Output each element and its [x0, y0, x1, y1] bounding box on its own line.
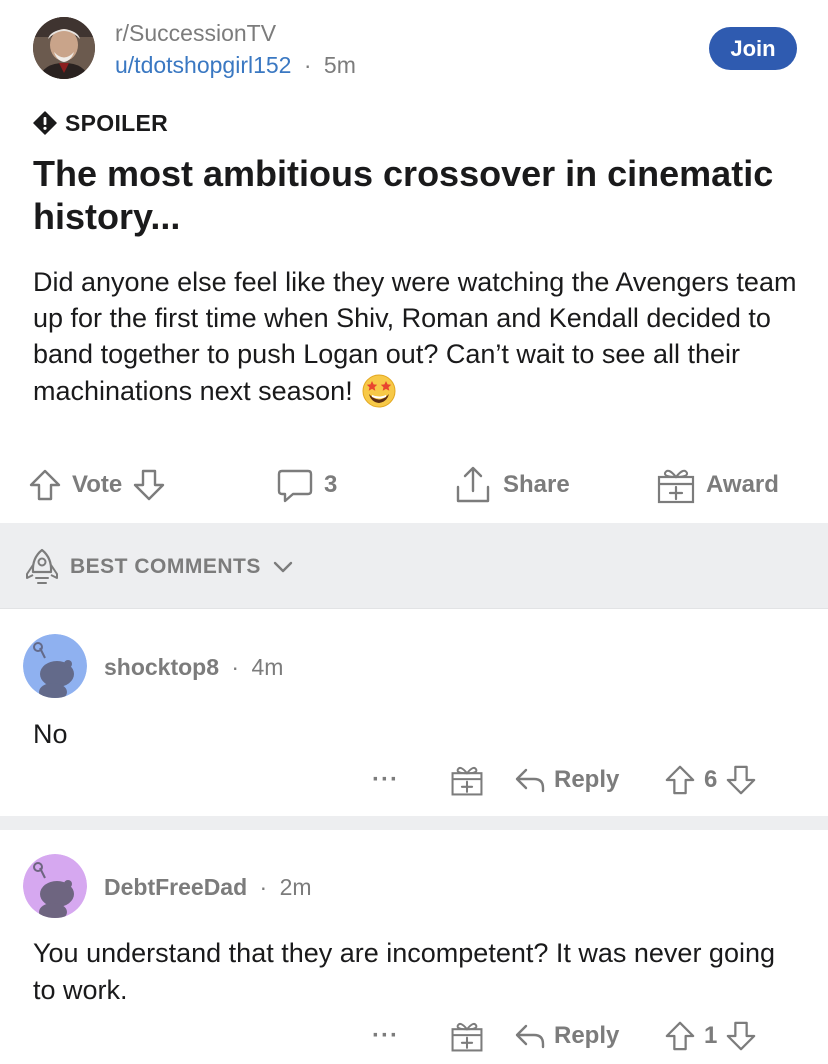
meta-separator: · — [231, 654, 240, 680]
award-gift-icon — [451, 1022, 483, 1052]
share-label: Share — [503, 471, 570, 498]
reply-button[interactable]: Reply — [514, 758, 619, 802]
comment-sort-bar: BEST COMMENTS — [0, 523, 828, 609]
snoo-avatar-icon — [23, 854, 87, 918]
upvote-arrow-icon[interactable] — [664, 764, 696, 796]
join-button[interactable]: Join — [709, 27, 797, 70]
meta-separator: · — [259, 874, 268, 900]
reply-label: Reply — [554, 766, 620, 793]
post-age: 5m — [323, 52, 356, 78]
comment-meta: shocktop8 · 4m — [104, 654, 283, 681]
comment-vote-control: 1 — [664, 1014, 757, 1058]
post-action-bar: Vote 3 Share Award — [0, 458, 828, 512]
comment-username[interactable]: DebtFreeDad — [104, 874, 247, 900]
post-header: r/SuccessionTV u/tdotshopgirl152 · 5m Jo… — [0, 0, 828, 100]
comment-count: 3 — [324, 471, 338, 498]
more-options-label: ··· — [372, 766, 399, 793]
subreddit-name[interactable]: r/SuccessionTV — [115, 20, 276, 47]
warning-icon — [33, 111, 57, 135]
comment-award-button[interactable] — [450, 1014, 484, 1058]
comment-award-button[interactable] — [450, 758, 484, 802]
snoo-avatar-icon — [23, 634, 87, 698]
post-body-text: Did anyone else feel like they were watc… — [33, 267, 797, 406]
author-avatar[interactable] — [33, 17, 95, 79]
spoiler-tag: SPOILER — [33, 108, 168, 138]
award-gift-icon — [451, 766, 483, 796]
share-button[interactable]: Share — [453, 458, 570, 512]
post-meta: u/tdotshopgirl152 · 5m — [115, 52, 356, 79]
reply-label: Reply — [554, 1022, 620, 1049]
comment-item: DebtFreeDad · 2m You understand that the… — [0, 830, 828, 1064]
comment-meta: DebtFreeDad · 2m — [104, 874, 312, 901]
post-title: The most ambitious crossover in cinemati… — [33, 153, 774, 237]
award-label: Award — [706, 471, 779, 498]
comments-button[interactable]: 3 — [276, 458, 337, 512]
author-avatar-image — [33, 17, 95, 79]
post-body: Did anyone else feel like they were watc… — [33, 264, 803, 409]
vote-control: Vote — [28, 458, 166, 512]
upvote-arrow-icon[interactable] — [28, 468, 62, 502]
rocket-icon — [26, 548, 58, 584]
comment-score: 6 — [704, 766, 718, 793]
comment-age: 4m — [251, 654, 284, 680]
more-options-button[interactable]: ··· — [372, 1014, 399, 1058]
comment-username[interactable]: shocktop8 — [104, 654, 219, 680]
comment-body: You understand that they are incompetent… — [33, 938, 775, 1005]
vote-label: Vote — [72, 471, 123, 498]
comment-avatar[interactable] — [23, 634, 87, 698]
downvote-arrow-icon[interactable] — [725, 1020, 757, 1052]
comment-bubble-icon — [277, 469, 313, 503]
comment-action-bar: ··· Reply 1 — [0, 1014, 828, 1058]
comment-age: 2m — [279, 874, 312, 900]
spoiler-label: SPOILER — [65, 109, 169, 136]
comment-vote-control: 6 — [664, 758, 757, 802]
reply-arrow-icon — [515, 1024, 545, 1049]
comment-action-bar: ··· Reply 6 — [0, 758, 828, 802]
award-gift-icon — [657, 469, 695, 504]
more-options-label: ··· — [372, 1022, 399, 1049]
comment-divider — [0, 816, 828, 830]
award-button[interactable]: Award — [656, 458, 779, 512]
downvote-arrow-icon[interactable] — [725, 764, 757, 796]
downvote-arrow-icon[interactable] — [132, 468, 166, 502]
reply-button[interactable]: Reply — [514, 1014, 619, 1058]
comment-sort-dropdown[interactable]: BEST COMMENTS — [24, 547, 295, 587]
share-icon — [456, 466, 490, 503]
comment-score: 1 — [704, 1022, 718, 1049]
star-struck-emoji-icon — [362, 374, 396, 408]
comment-avatar[interactable] — [23, 854, 87, 918]
comment-item: shocktop8 · 4m No ··· Reply 6 — [0, 610, 828, 814]
reply-arrow-icon — [515, 768, 545, 793]
author-username[interactable]: u/tdotshopgirl152 — [115, 52, 291, 78]
more-options-button[interactable]: ··· — [372, 758, 399, 802]
sort-label: BEST COMMENTS — [70, 555, 261, 578]
meta-separator: · — [303, 52, 312, 78]
chevron-down-icon — [273, 561, 293, 573]
comment-body: No — [33, 719, 68, 749]
upvote-arrow-icon[interactable] — [664, 1020, 696, 1052]
